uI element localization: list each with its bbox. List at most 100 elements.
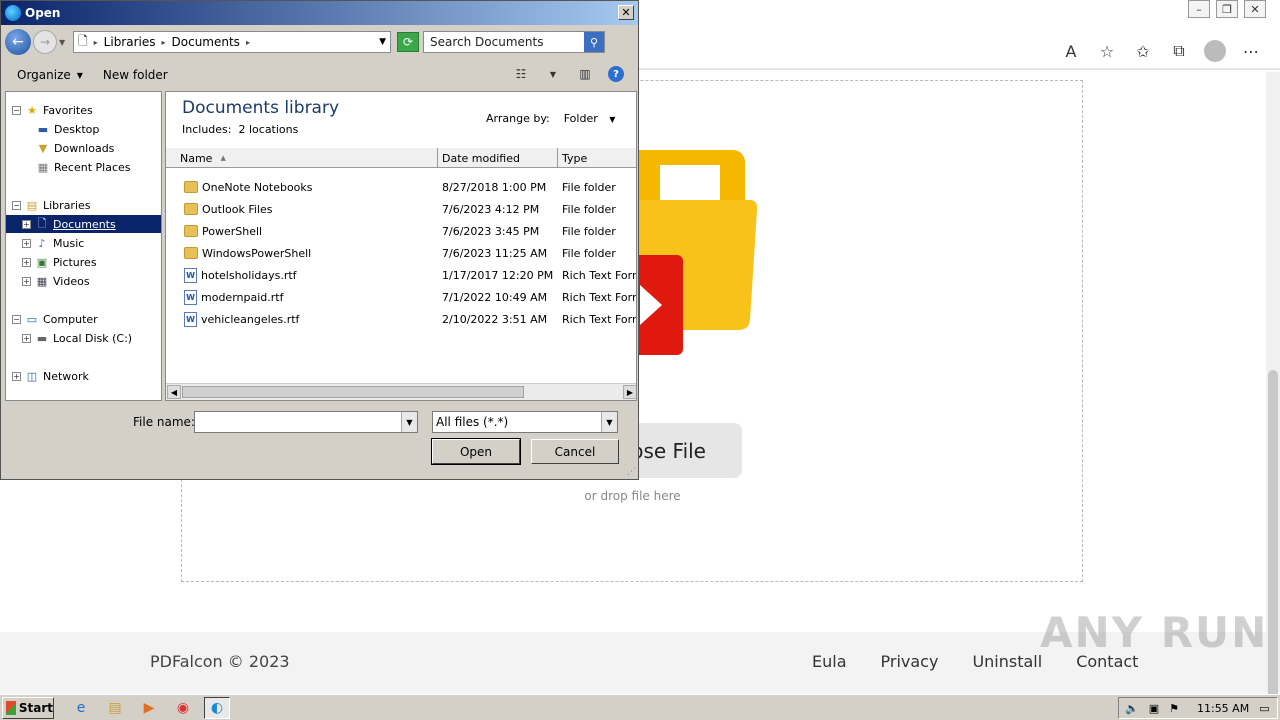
- dialog-titlebar[interactable]: Open ✕: [1, 1, 638, 25]
- clock[interactable]: 11:55 AM: [1197, 702, 1249, 715]
- page-scroll-thumb[interactable]: [1268, 370, 1278, 720]
- tree-favorites[interactable]: − ★ Favorites: [12, 101, 93, 119]
- recent-locations-dropdown[interactable]: ▼: [59, 38, 69, 47]
- explorer-icon[interactable]: ▤: [102, 697, 128, 719]
- tree-pictures[interactable]: + ▣ Pictures: [22, 253, 97, 271]
- breadcrumb-sep-icon[interactable]: ▸: [94, 38, 98, 47]
- resize-grip-icon[interactable]: ⋰: [627, 467, 636, 477]
- breadcrumb-libraries[interactable]: Libraries: [104, 35, 156, 49]
- more-menu-icon[interactable]: ⋯: [1240, 40, 1262, 62]
- rtf-document-icon: W: [184, 311, 197, 327]
- folder-icon: [184, 203, 198, 215]
- expand-icon[interactable]: +: [22, 276, 31, 286]
- expand-icon[interactable]: +: [12, 371, 21, 381]
- collapse-icon[interactable]: −: [12, 200, 21, 210]
- tree-recent-places[interactable]: ▦ Recent Places: [36, 158, 131, 176]
- edge-icon[interactable]: ◐: [204, 696, 230, 719]
- tree-libraries[interactable]: − ▤ Libraries: [12, 196, 91, 214]
- cancel-button[interactable]: Cancel: [531, 439, 619, 464]
- file-name-label: File name:: [133, 415, 195, 429]
- media-player-icon[interactable]: ▶: [136, 697, 162, 719]
- page-scrollbar[interactable]: [1266, 72, 1280, 720]
- file-type-select[interactable]: All files (*.*) ▼: [432, 411, 618, 433]
- file-row[interactable]: OneNote Notebooks 8/27/2018 1:00 PM File…: [166, 176, 636, 198]
- collapse-icon[interactable]: −: [12, 314, 21, 324]
- scroll-right-icon[interactable]: ▶: [623, 385, 636, 399]
- search-input[interactable]: Search Documents ⚲: [423, 31, 605, 53]
- file-row[interactable]: Wmodernpaid.rtf 7/1/2022 10:49 AM Rich T…: [166, 286, 636, 308]
- footer-link-privacy[interactable]: Privacy: [881, 652, 939, 671]
- view-dropdown-icon[interactable]: ▼: [544, 65, 562, 83]
- chrome-icon[interactable]: ◉: [170, 697, 196, 719]
- file-row[interactable]: Outlook Files 7/6/2023 4:12 PM File fold…: [166, 198, 636, 220]
- footer-link-uninstall[interactable]: Uninstall: [972, 652, 1042, 671]
- breadcrumb-sep-icon[interactable]: ▸: [162, 38, 166, 47]
- breadcrumb-dropdown-icon[interactable]: ▼: [379, 37, 386, 47]
- chevron-down-icon: ▼: [76, 70, 83, 80]
- file-type-dropdown-icon[interactable]: ▼: [601, 412, 617, 432]
- close-window-button[interactable]: ✕: [1244, 0, 1266, 18]
- minimize-button[interactable]: –: [1188, 0, 1210, 18]
- expand-icon[interactable]: +: [22, 257, 31, 267]
- file-row[interactable]: Wvehicleangeles.rtf 2/10/2022 3:51 AM Ri…: [166, 308, 636, 330]
- forward-button[interactable]: →: [33, 30, 57, 54]
- profile-avatar-icon[interactable]: [1204, 40, 1226, 62]
- arrange-by-dropdown[interactable]: Folder ▼: [564, 112, 616, 125]
- column-name[interactable]: Name ▲: [166, 148, 438, 168]
- tree-videos[interactable]: + ▦ Videos: [22, 272, 90, 290]
- arrange-by-label: Arrange by:: [486, 112, 550, 125]
- horizontal-scroll-thumb[interactable]: [182, 386, 524, 398]
- file-row[interactable]: PowerShell 7/6/2023 3:45 PM File folder: [166, 220, 636, 242]
- horizontal-scrollbar[interactable]: ◀ ▶: [166, 383, 636, 400]
- locations-link[interactable]: 2 locations: [238, 123, 298, 136]
- breadcrumb-documents[interactable]: Documents: [172, 35, 240, 49]
- tree-local-disk[interactable]: + ▬ Local Disk (C:): [22, 329, 132, 347]
- breadcrumb-sep-icon[interactable]: ▸: [246, 38, 250, 47]
- organize-menu[interactable]: Organize ▼: [17, 68, 83, 82]
- tree-computer[interactable]: − ▭ Computer: [12, 310, 98, 328]
- help-icon[interactable]: ?: [608, 66, 624, 82]
- tree-documents[interactable]: + 🗋 Documents: [6, 215, 161, 233]
- dialog-close-button[interactable]: ✕: [618, 5, 634, 20]
- network-icon[interactable]: ▣: [1149, 702, 1159, 715]
- breadcrumb[interactable]: 🗋 ▸ Libraries ▸ Documents ▸ ▼: [73, 31, 391, 53]
- add-favorite-icon[interactable]: ☆: [1096, 40, 1118, 62]
- read-aloud-icon[interactable]: A: [1060, 40, 1082, 62]
- file-row[interactable]: WindowsPowerShell 7/6/2023 11:25 AM File…: [166, 242, 636, 264]
- file-name-field[interactable]: ▼: [194, 411, 418, 433]
- collapse-icon[interactable]: −: [12, 105, 21, 115]
- flag-icon[interactable]: ⚑: [1169, 702, 1179, 715]
- collections-icon[interactable]: ⧉: [1168, 40, 1190, 62]
- start-label: Start: [18, 700, 53, 715]
- tree-network[interactable]: + ◫ Network: [12, 367, 89, 385]
- scroll-left-icon[interactable]: ◀: [167, 385, 181, 399]
- show-desktop-icon[interactable]: ▭: [1259, 702, 1269, 715]
- search-icon[interactable]: ⚲: [584, 32, 604, 52]
- organize-label: Organize: [17, 68, 71, 82]
- expand-icon[interactable]: +: [22, 333, 31, 343]
- ie-icon[interactable]: e: [68, 697, 94, 719]
- tree-downloads[interactable]: ▼ Downloads: [36, 139, 115, 157]
- file-name-dropdown-icon[interactable]: ▼: [401, 412, 417, 432]
- footer-link-eula[interactable]: Eula: [812, 652, 847, 671]
- volume-icon[interactable]: 🔈: [1125, 702, 1139, 715]
- column-type[interactable]: Type: [558, 148, 636, 168]
- open-button[interactable]: Open: [431, 438, 521, 465]
- refresh-button[interactable]: ⟳: [397, 32, 419, 52]
- start-button[interactable]: Start: [2, 696, 54, 719]
- back-button[interactable]: ←: [5, 29, 31, 55]
- column-date[interactable]: Date modified: [438, 148, 558, 168]
- expand-icon[interactable]: +: [22, 238, 31, 248]
- breadcrumb-folder-icon: 🗋: [78, 33, 88, 48]
- restore-button[interactable]: ❐: [1216, 0, 1238, 18]
- file-row[interactable]: Whotelsholidays.rtf 1/17/2017 12:20 PM R…: [166, 264, 636, 286]
- view-options-icon[interactable]: ☷: [512, 65, 530, 83]
- expand-icon[interactable]: +: [22, 219, 31, 229]
- preview-pane-icon[interactable]: ▥: [576, 65, 594, 83]
- file-name: hotelsholidays.rtf: [201, 268, 297, 282]
- tree-music[interactable]: + ♪ Music: [22, 234, 84, 252]
- tree-desktop[interactable]: ▬ Desktop: [36, 120, 100, 138]
- footer-copyright: PDFalcon © 2023: [150, 652, 290, 671]
- new-folder-button[interactable]: New folder: [103, 68, 168, 82]
- favorites-icon[interactable]: ✩: [1132, 40, 1154, 62]
